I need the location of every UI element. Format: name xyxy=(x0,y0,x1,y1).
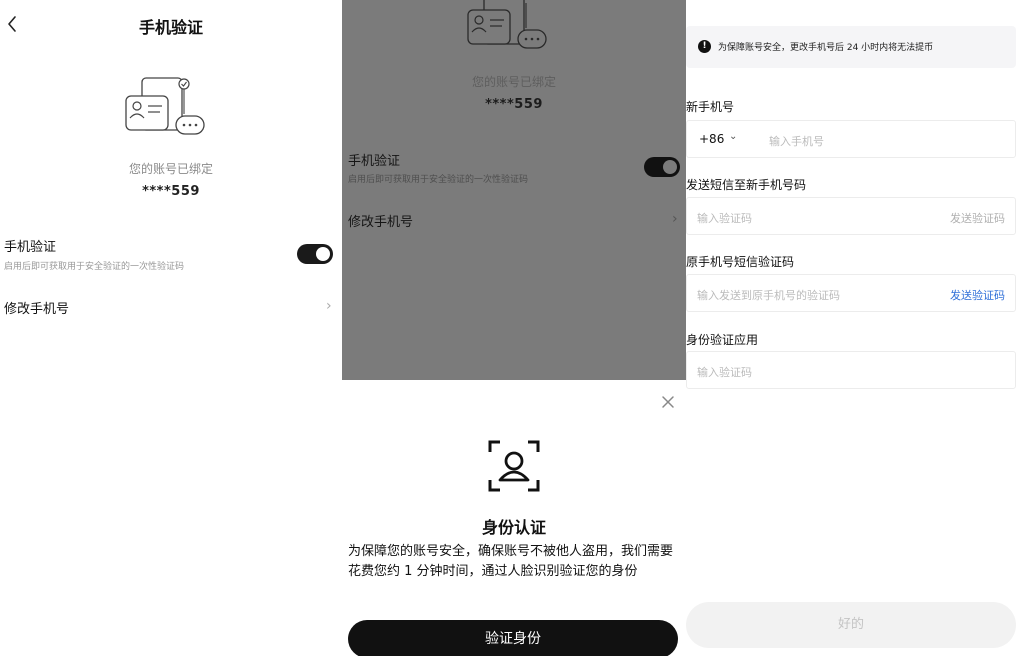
verify-identity-button[interactable]: 验证身份 xyxy=(348,620,678,656)
new-sms-code-input[interactable]: 输入验证码 xyxy=(697,210,752,226)
sms-verify-subtitle: 启用后即可获取用于安全验证的一次性验证码 xyxy=(4,262,185,272)
phone-chat-illustration-icon xyxy=(125,77,205,135)
old-sms-code-input[interactable]: 输入发送到原手机号的验证码 xyxy=(697,287,840,303)
old-sms-field[interactable]: 输入发送到原手机号的验证码 发送验证码 xyxy=(686,274,1016,312)
identity-verification-sheet: 身份认证 为保障您的账号安全，确保账号不被他人盗用，我们需要花费您约 1 分钟时… xyxy=(342,380,686,656)
chevron-right-icon[interactable]: › xyxy=(326,298,332,314)
sms-verify-subtitle: 启用后即可获取用于安全验证的一次性验证码 xyxy=(348,175,529,185)
sms-verify-title: 手机验证 xyxy=(348,154,401,169)
ok-button[interactable]: 好的 xyxy=(686,602,1016,648)
new-sms-field[interactable]: 输入验证码 发送验证码 xyxy=(686,197,1016,235)
notice-text: 为保障账号安全，更改手机号后 24 小时内将无法提币 xyxy=(718,43,934,53)
sms-verify-toggle[interactable] xyxy=(297,244,333,264)
change-phone-label[interactable]: 修改手机号 xyxy=(348,211,413,230)
warning-notice: ! 为保障账号安全，更改手机号后 24 小时内将无法提币 xyxy=(686,26,1016,68)
old-sms-label: 原手机号短信验证码 xyxy=(686,255,795,269)
new-phone-input[interactable]: 输入手机号 xyxy=(769,133,824,149)
masked-phone-number: ****559 xyxy=(142,184,200,199)
phone-chat-illustration-icon xyxy=(467,0,547,49)
send-code-new-button[interactable]: 发送验证码 xyxy=(950,210,1005,226)
identity-verification-screen: 您的账号已绑定 ****559 手机验证 启用后即可获取用于安全验证的一次性验证… xyxy=(342,0,686,656)
authenticator-label: 身份验证应用 xyxy=(686,333,759,347)
authenticator-code-input[interactable]: 输入验证码 xyxy=(697,364,752,380)
close-icon[interactable] xyxy=(660,394,676,410)
new-phone-field[interactable]: +86 ⌄ 输入手机号 xyxy=(686,120,1016,158)
sms-verify-title: 手机验证 xyxy=(4,240,57,255)
send-code-old-button[interactable]: 发送验证码 xyxy=(950,287,1005,303)
sms-verify-toggle[interactable] xyxy=(644,157,680,177)
sheet-title: 身份认证 xyxy=(481,518,546,537)
authenticator-field[interactable]: 输入验证码 xyxy=(686,351,1016,389)
change-phone-form-screen: ! 为保障账号安全，更改手机号后 24 小时内将无法提币 新手机号 +86 ⌄ … xyxy=(686,0,1016,656)
change-phone-label[interactable]: 修改手机号 xyxy=(4,298,69,317)
sheet-description: 为保障您的账号安全，确保账号不被他人盗用，我们需要花费您约 1 分钟时间，通过人… xyxy=(348,544,674,579)
face-scan-icon xyxy=(488,440,540,492)
toggle-knob xyxy=(663,160,677,174)
toggle-knob xyxy=(316,247,330,261)
chevron-down-icon[interactable]: ⌄ xyxy=(729,131,737,142)
new-sms-label: 发送短信至新手机号码 xyxy=(686,178,807,192)
info-icon: ! xyxy=(698,40,711,53)
page-title: 手机验证 xyxy=(138,18,203,37)
bound-status-text: 您的账号已绑定 xyxy=(471,75,556,89)
dimmed-background-overlay[interactable]: 您的账号已绑定 ****559 手机验证 启用后即可获取用于安全验证的一次性验证… xyxy=(342,0,686,380)
chevron-right-icon[interactable]: › xyxy=(672,211,678,227)
bound-status-text: 您的账号已绑定 xyxy=(128,162,213,176)
new-phone-label: 新手机号 xyxy=(686,100,735,114)
masked-phone-number: ****559 xyxy=(485,97,543,112)
phone-verification-screen: 手机验证 您的账号已绑定 ****559 手机验证 启用后即可获取用于安全验证的… xyxy=(0,0,342,656)
country-code-select[interactable]: +86 xyxy=(699,132,724,146)
